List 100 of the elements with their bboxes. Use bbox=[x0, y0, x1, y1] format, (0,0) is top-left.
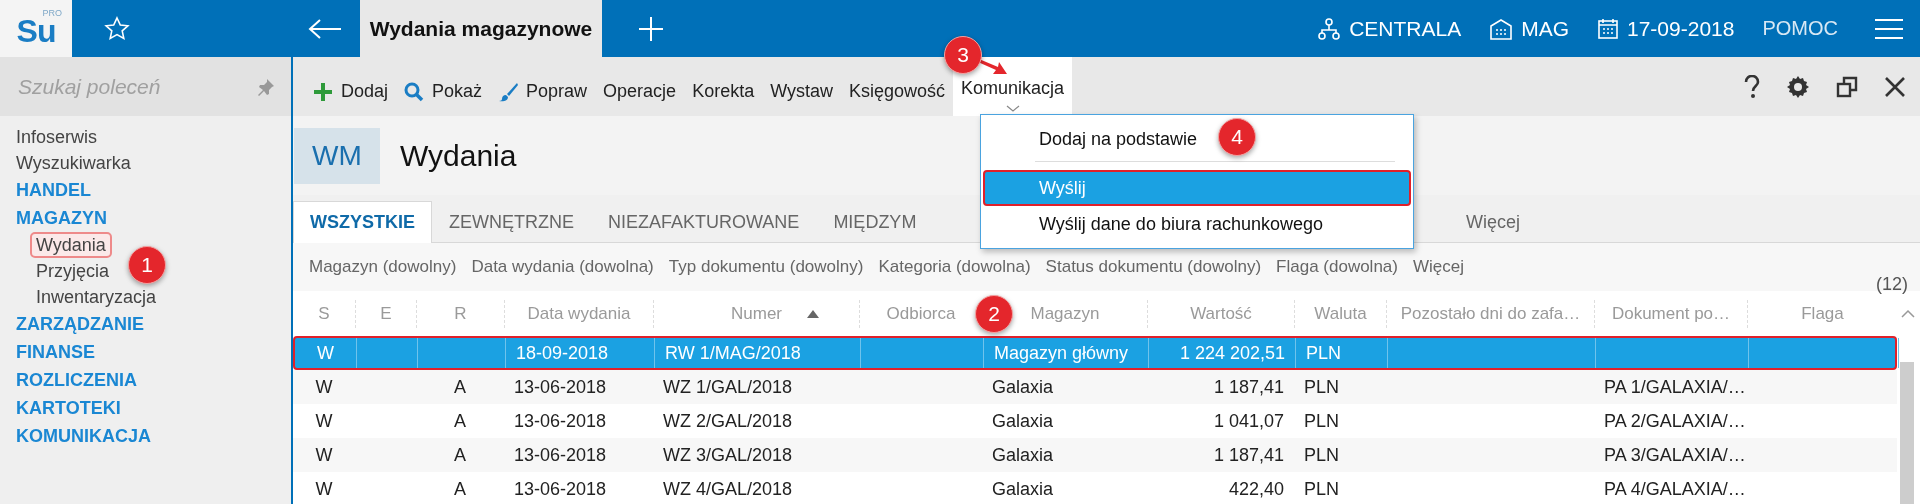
table-cell-text: 13-06-2018 bbox=[513, 478, 608, 501]
table-cell: Magazyn główny bbox=[984, 338, 1149, 368]
filter-tab[interactable]: ZEWNĘTRZNE bbox=[432, 201, 591, 242]
column-header[interactable]: Flaga bbox=[1801, 299, 1844, 328]
filter-link[interactable]: Typ dokumentu (dowolny) bbox=[668, 257, 864, 277]
toolbar-button[interactable]: Dodaj bbox=[305, 79, 397, 104]
help-link[interactable]: POMOC bbox=[1762, 17, 1838, 40]
nav-item[interactable]: Wydania bbox=[30, 232, 112, 258]
close-icon[interactable] bbox=[1884, 75, 1906, 98]
record-count: (12) bbox=[1876, 274, 1908, 295]
table-cell-text: A bbox=[453, 444, 467, 467]
table-cell-text: PA 2/GALAXIA/… bbox=[1603, 410, 1747, 433]
nav-section[interactable]: MAGAZYN bbox=[16, 205, 107, 232]
toolbar-button[interactable]: Wystaw bbox=[762, 79, 842, 104]
context-label[interactable]: CENTRALA bbox=[1349, 16, 1462, 41]
table-cell-text: Galaxia bbox=[991, 444, 1055, 467]
table-cell-text: PLN bbox=[1303, 478, 1340, 501]
table-cell-text: 13-06-2018 bbox=[513, 444, 608, 467]
table-cell-text: W bbox=[314, 376, 334, 399]
table-cell-text: A bbox=[453, 478, 467, 501]
table-cell-text: 1 187,41 bbox=[1212, 444, 1285, 467]
table-cell: 1 224 202,51 bbox=[1149, 338, 1296, 368]
column-header[interactable]: R bbox=[454, 299, 467, 328]
star-icon[interactable] bbox=[104, 15, 130, 42]
brush-icon bbox=[498, 81, 519, 102]
nav-link[interactable]: Wyszukiwarka bbox=[16, 150, 131, 176]
filter-tab[interactable]: WSZYSTKIE bbox=[293, 201, 432, 243]
toolbar-button[interactable]: Popraw bbox=[490, 79, 596, 104]
nav-link[interactable]: Infoserwis bbox=[16, 124, 98, 150]
filter-link[interactable]: Data wydania (dowolna) bbox=[471, 257, 654, 277]
back-arrow-icon[interactable] bbox=[308, 17, 342, 40]
table-cell-text: WZ 3/GAL/2018 bbox=[662, 444, 794, 467]
table-cell-text: PLN bbox=[1303, 376, 1340, 399]
nav-section[interactable]: FINANSE bbox=[16, 339, 95, 366]
column-header[interactable]: Data wydania bbox=[527, 299, 631, 328]
menu-item[interactable]: Dodaj na podstawie bbox=[983, 121, 1200, 157]
more-tabs-link[interactable]: Więcej bbox=[1466, 202, 1520, 242]
restore-window-icon[interactable] bbox=[1836, 75, 1858, 98]
table-cell-text: W bbox=[314, 410, 334, 433]
context-label[interactable]: 17-09-2018 bbox=[1627, 16, 1735, 41]
help-icon[interactable] bbox=[1744, 74, 1760, 99]
scroll-up-icon[interactable] bbox=[1901, 308, 1915, 319]
table-row[interactable]: W A 13-06-2018 WZ 1/GAL/2018 Galaxia 1 187,41 PLN PA 1/GALAXIA/… bbox=[293, 370, 1897, 404]
filter-tab[interactable]: NIEZAFAKTUROWANE bbox=[591, 201, 817, 242]
column-header[interactable]: S bbox=[318, 299, 330, 328]
nav-item[interactable]: Inwentaryzacja bbox=[30, 284, 163, 310]
table-cell: 18-09-2018 bbox=[506, 338, 655, 368]
app-logo[interactable]: SuPRO bbox=[0, 0, 72, 57]
menu-icon[interactable] bbox=[1874, 17, 1904, 40]
nav-section[interactable]: HANDEL bbox=[16, 177, 91, 204]
add-tab-icon[interactable] bbox=[638, 15, 664, 42]
building-icon bbox=[1489, 17, 1514, 40]
scrollbar-thumb[interactable] bbox=[1900, 362, 1914, 504]
table-cell-text: Galaxia bbox=[991, 478, 1055, 501]
filter-link[interactable]: Status dokumentu (dowolny) bbox=[1045, 257, 1262, 277]
nav-section[interactable]: ZARZĄDZANIE bbox=[16, 311, 144, 338]
toolbar-button[interactable]: Pokaż bbox=[396, 79, 491, 104]
table-cell-text: 1 187,41 bbox=[1212, 376, 1285, 399]
column-header[interactable]: Dokument po… bbox=[1611, 299, 1731, 328]
table-cell: RW 1/MAG/2018 bbox=[655, 338, 861, 368]
nav-section[interactable]: KARTOTEKI bbox=[16, 395, 121, 422]
nav-section[interactable]: KOMUNIKACJA bbox=[16, 423, 151, 450]
calendar-icon bbox=[1597, 17, 1619, 40]
table-cell-text: A bbox=[453, 410, 467, 433]
settings-icon[interactable] bbox=[1786, 74, 1810, 99]
document-tab[interactable]: Wydania magazynowe bbox=[360, 0, 602, 57]
filter-link[interactable]: Flaga (dowolna) bbox=[1276, 257, 1398, 277]
filter-link[interactable]: Kategoria (dowolna) bbox=[878, 257, 1031, 277]
menu-item[interactable]: Wyślij dane do biura rachunkowego bbox=[983, 206, 1325, 242]
plus-icon bbox=[313, 81, 333, 102]
toolbar-button[interactable]: Księgowość bbox=[841, 79, 954, 104]
toolbar-button[interactable]: Operacje bbox=[595, 79, 685, 104]
table-cell-text: Galaxia bbox=[991, 410, 1055, 433]
table-cell-text: 1 041,07 bbox=[1212, 410, 1285, 433]
menu-item[interactable]: Wyślij bbox=[983, 170, 1411, 206]
table-cell-text: A bbox=[453, 376, 467, 399]
column-header[interactable]: Magazyn bbox=[1030, 299, 1100, 328]
table-row[interactable]: W A 13-06-2018 WZ 3/GAL/2018 Galaxia 1 187,41 PLN PA 3/GALAXIA/… bbox=[293, 438, 1897, 472]
column-header[interactable]: E bbox=[380, 299, 392, 328]
context-label[interactable]: MAG bbox=[1521, 16, 1569, 41]
chevron-icon bbox=[1005, 105, 1020, 112]
column-header[interactable]: Numer bbox=[731, 299, 782, 328]
table-cell-text: WZ 4/GAL/2018 bbox=[662, 478, 794, 501]
nav-section[interactable]: ROZLICZENIA bbox=[16, 367, 137, 394]
column-header[interactable]: Waluta bbox=[1314, 299, 1367, 328]
filter-tab[interactable]: MIĘDZYM bbox=[816, 201, 934, 242]
table-cell-text: PA 3/GALAXIA/… bbox=[1603, 444, 1747, 467]
table-row[interactable]: W 18-09-2018 RW 1/MAG/2018 Magazyn główny 1 224 202,51 PLN bbox=[293, 336, 1897, 370]
search-field[interactable]: Szukaj poleceń bbox=[16, 73, 240, 100]
column-header[interactable]: Odbiorca bbox=[886, 299, 956, 328]
toolbar-button[interactable]: Korekta bbox=[684, 79, 763, 104]
filter-link[interactable]: Więcej bbox=[1412, 257, 1464, 277]
filter-link[interactable]: Magazyn (dowolny) bbox=[309, 257, 457, 277]
table-cell-text: WZ 2/GAL/2018 bbox=[662, 410, 794, 433]
hierarchy-icon bbox=[1317, 16, 1342, 41]
nav-item[interactable]: Przyjęcia bbox=[30, 258, 116, 284]
column-header[interactable]: Pozostało dni do zafa… bbox=[1400, 299, 1581, 328]
search-box[interactable]: Szukaj poleceń bbox=[0, 57, 291, 116]
table-cell-text: WZ 1/GAL/2018 bbox=[662, 376, 794, 399]
column-header[interactable]: Wartość bbox=[1190, 299, 1252, 328]
